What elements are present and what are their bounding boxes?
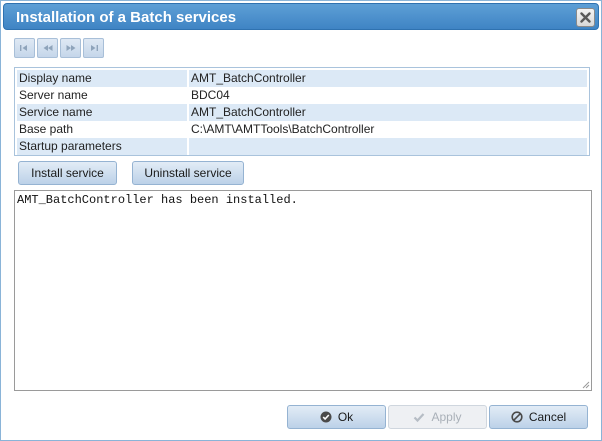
- property-row[interactable]: Server name BDC04: [17, 87, 587, 104]
- property-label: Server name: [19, 88, 88, 102]
- property-value[interactable]: [189, 138, 587, 155]
- dialog-title: Installation of a Batch services: [16, 9, 237, 26]
- property-row[interactable]: Service name AMT_BatchController: [17, 104, 587, 121]
- last-page-icon: [91, 45, 98, 51]
- cancel-circle-icon: [511, 411, 523, 423]
- property-label: Display name: [17, 70, 187, 87]
- cancel-button[interactable]: Cancel: [489, 405, 588, 429]
- ok-label: Ok: [337, 410, 354, 424]
- previous-page-icon: [43, 45, 52, 51]
- property-label: Startup parameters: [17, 138, 187, 155]
- first-page-icon: [20, 45, 27, 51]
- property-value[interactable]: BDC04: [189, 87, 587, 104]
- ok-button[interactable]: Ok: [287, 405, 386, 429]
- resize-grip-icon[interactable]: [580, 379, 590, 389]
- properties-grid: Display name AMT_BatchController Server …: [14, 67, 590, 156]
- last-record-button[interactable]: [83, 38, 104, 58]
- batch-service-dialog: Installation of a Batch services Display…: [0, 0, 602, 441]
- title-bar[interactable]: Installation of a Batch services: [3, 3, 599, 30]
- property-label: Base path: [19, 122, 74, 136]
- first-record-button[interactable]: [14, 38, 35, 58]
- cancel-label: Cancel: [528, 410, 567, 424]
- apply-button[interactable]: Apply: [388, 405, 487, 429]
- install-service-label: Install service: [31, 166, 104, 180]
- record-navigation: [14, 38, 104, 58]
- property-label: Service name: [17, 104, 187, 121]
- check-circle-icon: [320, 411, 332, 423]
- checkmark-icon: [414, 412, 425, 422]
- previous-record-button[interactable]: [37, 38, 58, 58]
- uninstall-service-button[interactable]: Uninstall service: [132, 161, 244, 185]
- uninstall-service-label: Uninstall service: [144, 166, 232, 180]
- property-row[interactable]: Base path C:\AMT\AMTTools\BatchControlle…: [17, 121, 587, 138]
- output-log[interactable]: AMT_BatchController has been installed.: [14, 190, 592, 391]
- apply-label: Apply: [431, 410, 462, 424]
- property-row[interactable]: Startup parameters: [17, 138, 587, 155]
- log-text: AMT_BatchController has been installed.: [17, 193, 298, 207]
- property-row[interactable]: Display name AMT_BatchController: [17, 70, 587, 87]
- install-service-button[interactable]: Install service: [18, 161, 117, 185]
- next-page-icon: [66, 45, 75, 51]
- property-value[interactable]: AMT_BatchController: [189, 104, 587, 121]
- property-value[interactable]: C:\AMT\AMTTools\BatchController: [189, 121, 587, 138]
- close-icon: [580, 12, 591, 23]
- next-record-button[interactable]: [60, 38, 81, 58]
- close-button[interactable]: [576, 8, 595, 27]
- property-value[interactable]: AMT_BatchController: [189, 70, 587, 87]
